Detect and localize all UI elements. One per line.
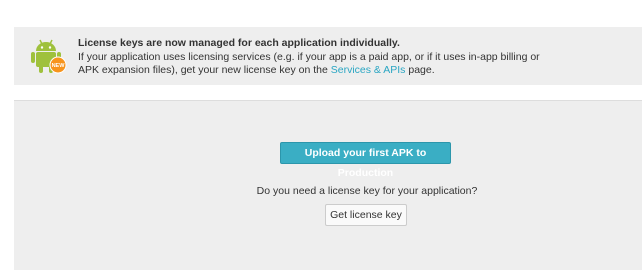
notice-body-line2-prefix: APK expansion files), get your new licen… [78,64,331,76]
android-new-icon: NEW [28,36,68,76]
notice-text: License keys are now managed for each ap… [78,37,638,78]
upload-first-apk-button[interactable]: Upload your first APK to Production [280,142,451,179]
notice-body-line2-suffix: page. [405,64,435,76]
license-keys-notice: NEW License keys are now managed for eac… [14,27,642,85]
page: NEW License keys are now managed for eac… [0,0,642,270]
license-key-question: Do you need a license key for your appli… [256,185,478,197]
get-license-key-button[interactable]: Get license key [325,204,407,226]
services-apis-link[interactable]: Services & APIs [331,64,406,76]
notice-title: License keys are now managed for each ap… [78,37,400,49]
license-panel: Upload your first APK to Production Do y… [14,100,642,270]
new-badge-label: NEW [52,63,66,69]
notice-body-line1: If your application uses licensing servi… [78,50,540,63]
